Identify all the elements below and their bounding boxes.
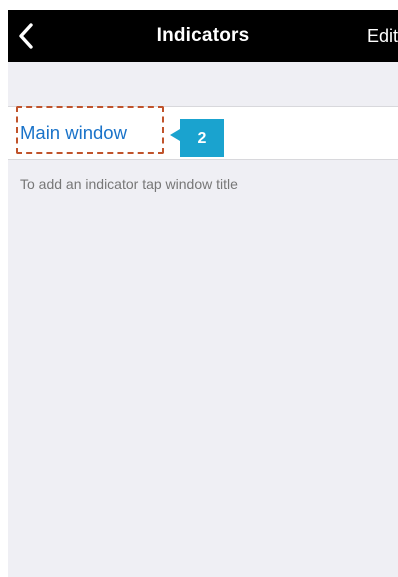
section-spacer (8, 62, 398, 106)
hint-text: To add an indicator tap window title (20, 176, 238, 192)
page-title: Indicators (156, 25, 250, 46)
back-button[interactable] (10, 16, 50, 56)
main-window-title[interactable]: Main window (20, 111, 127, 155)
navigation-bar: Indicators Edit (8, 10, 398, 62)
edit-button[interactable]: Edit (367, 10, 398, 62)
indicators-screen: Indicators Edit Main window 2 To add an … (8, 10, 398, 577)
chevron-left-icon (18, 23, 34, 49)
callout-pointer (170, 129, 180, 141)
step-badge: 2 (180, 119, 224, 157)
